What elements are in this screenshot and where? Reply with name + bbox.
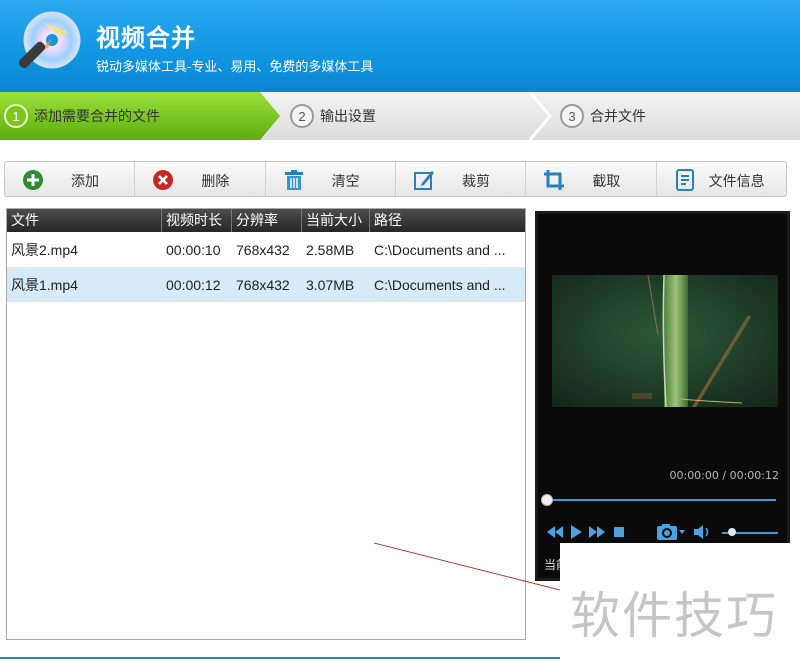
clear-button[interactable]: 清空: [266, 162, 396, 196]
trash-icon: [284, 170, 303, 190]
status-divider: [0, 657, 560, 659]
add-label: 添加: [71, 173, 99, 189]
crop-icon: [544, 170, 565, 190]
player-controls: [544, 520, 784, 544]
video-player: 00:00:00 / 00:00:12 当前: [535, 211, 790, 581]
file-info-button[interactable]: 文件信息: [657, 162, 786, 196]
watermark-box: 软件技巧: [560, 543, 800, 662]
cell-file: 风景1.mp4: [11, 276, 78, 293]
trim-label: 截取: [592, 173, 621, 189]
fast-forward-icon[interactable]: [588, 522, 606, 542]
cell-duration: 00:00:10: [166, 241, 221, 258]
add-button[interactable]: 添加: [5, 162, 136, 196]
cell-duration: 00:00:12: [166, 276, 221, 293]
column-header-size[interactable]: 当前大小: [302, 209, 370, 232]
file-list-header: 文件 视频时长 分辨率 当前大小 路径: [7, 209, 525, 232]
volume-icon[interactable]: [692, 522, 712, 542]
file-list[interactable]: 文件 视频时长 分辨率 当前大小 路径 风景2.mp4 00:00:10 768…: [6, 208, 526, 640]
rewind-icon[interactable]: [546, 522, 564, 542]
crop-label: 裁剪: [461, 173, 490, 189]
delete-button[interactable]: 删除: [135, 162, 266, 196]
clear-label: 清空: [331, 173, 360, 189]
wizard-steps: 1 添加需要合并的文件 2 输出设置 3 合并文件: [0, 92, 800, 140]
app-title: 视频合并: [96, 25, 196, 52]
step-number: 2: [290, 104, 314, 128]
edit-icon: [413, 171, 434, 190]
app-logo-icon: [18, 11, 81, 69]
column-header-path[interactable]: 路径: [370, 209, 525, 232]
step-label: 输出设置: [320, 108, 376, 124]
watermark-text: 软件技巧: [570, 587, 778, 645]
table-row[interactable]: 风景2.mp4 00:00:10 768x432 2.58MB C:\Docum…: [7, 232, 525, 267]
column-header-resolution[interactable]: 分辨率: [232, 209, 302, 232]
column-header-file[interactable]: 文件: [7, 209, 162, 232]
cell-path: C:\Documents and ...: [374, 241, 506, 258]
crop-button[interactable]: 裁剪: [396, 162, 527, 196]
step-merge-files: 3 合并文件: [560, 92, 646, 140]
app-header: 视频合并 锐动多媒体工具-专业、易用、免费的多媒体工具: [0, 0, 800, 92]
file-info-icon: [675, 169, 694, 191]
add-icon: [23, 170, 43, 190]
cell-size: 2.58MB: [306, 241, 355, 258]
cell-file: 风景2.mp4: [11, 241, 78, 258]
video-preview: [552, 275, 778, 407]
seek-bar[interactable]: [546, 499, 776, 501]
app-subtitle: 锐动多媒体工具-专业、易用、免费的多媒体工具: [96, 59, 374, 74]
cell-path: C:\Documents and ...: [374, 276, 506, 293]
timecode: 00:00:00 / 00:00:12: [669, 469, 779, 482]
step-add-files: 1 添加需要合并的文件: [4, 92, 160, 140]
step-label: 合并文件: [590, 108, 646, 124]
seek-handle[interactable]: [541, 494, 553, 506]
delete-label: 删除: [201, 173, 230, 189]
table-row-selected[interactable]: 风景1.mp4 00:00:12 768x432 3.07MB C:\Docum…: [7, 267, 525, 302]
column-header-duration[interactable]: 视频时长: [162, 209, 232, 232]
video-frame-image: [552, 275, 778, 407]
cell-resolution: 768x432: [236, 276, 290, 293]
camera-icon[interactable]: [656, 522, 686, 542]
stop-icon[interactable]: [612, 522, 626, 542]
file-info-label: 文件信息: [708, 173, 765, 189]
play-icon[interactable]: [568, 522, 584, 542]
step-number: 3: [560, 104, 584, 128]
toolbar: 添加 删除 清空 裁剪 截取 文件信息: [4, 161, 787, 197]
step-number: 1: [4, 104, 28, 128]
trim-button[interactable]: 截取: [526, 162, 657, 196]
cell-size: 3.07MB: [306, 276, 355, 293]
delete-icon: [153, 170, 174, 190]
cell-resolution: 768x432: [236, 241, 290, 258]
step-label: 添加需要合并的文件: [34, 108, 160, 124]
volume-handle[interactable]: [728, 528, 736, 536]
step-output-settings: 2 输出设置: [290, 92, 376, 140]
